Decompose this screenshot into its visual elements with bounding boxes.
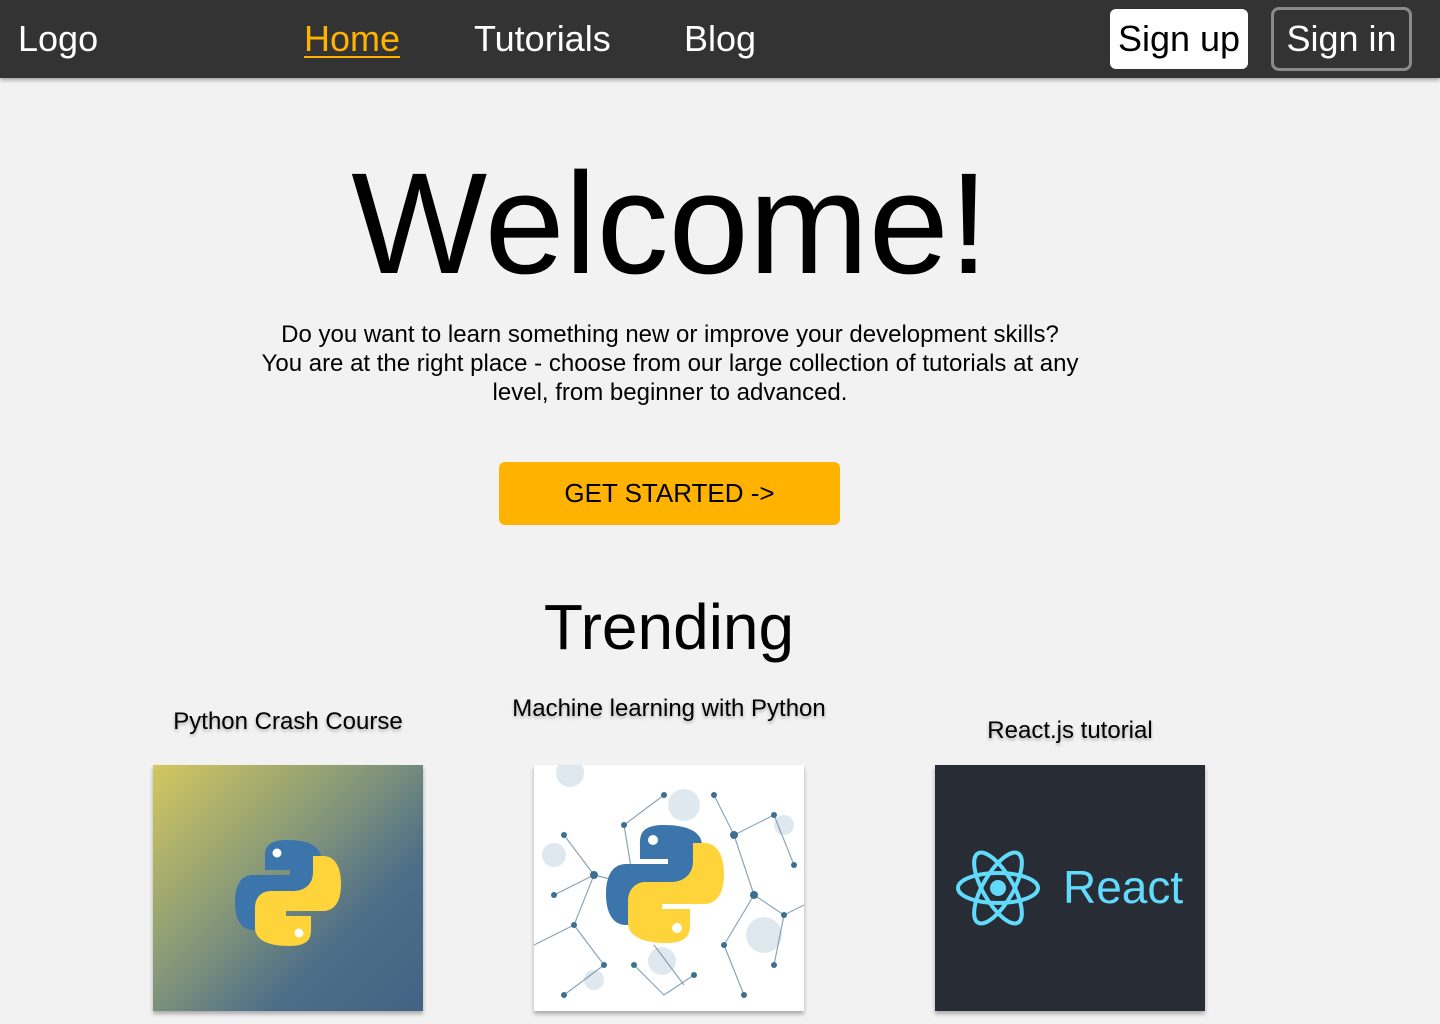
nav-link-tutorials[interactable]: Tutorials [474, 18, 611, 60]
sign-up-button[interactable]: Sign up [1110, 9, 1248, 69]
react-wordmark: React [1063, 861, 1183, 913]
card-image-machine-learning[interactable] [534, 765, 804, 1011]
card-title: Python Crash Course [173, 708, 403, 735]
card-image-react[interactable]: React [935, 765, 1205, 1011]
python-network-icon [534, 765, 804, 998]
trending-title: Trending [543, 591, 795, 663]
hero-description: Do you want to learn something new or im… [261, 321, 1079, 406]
card-title: React.js tutorial [987, 717, 1153, 744]
sign-in-button[interactable]: Sign in [1271, 7, 1412, 71]
site-logo[interactable]: Logo [18, 18, 98, 60]
get-started-button[interactable]: GET STARTED -> [499, 462, 840, 525]
python-logo-icon [235, 840, 341, 946]
card-image-python[interactable] [153, 765, 423, 1011]
nav-link-blog[interactable]: Blog [684, 18, 756, 60]
nav-link-home[interactable]: Home [304, 18, 400, 60]
card-title: Machine learning with Python [512, 695, 826, 722]
hero-title: Welcome! [351, 143, 989, 304]
react-logo-icon: React [956, 850, 1183, 926]
top-navbar: Logo Home Tutorials Blog Sign up Sign in [0, 0, 1440, 78]
